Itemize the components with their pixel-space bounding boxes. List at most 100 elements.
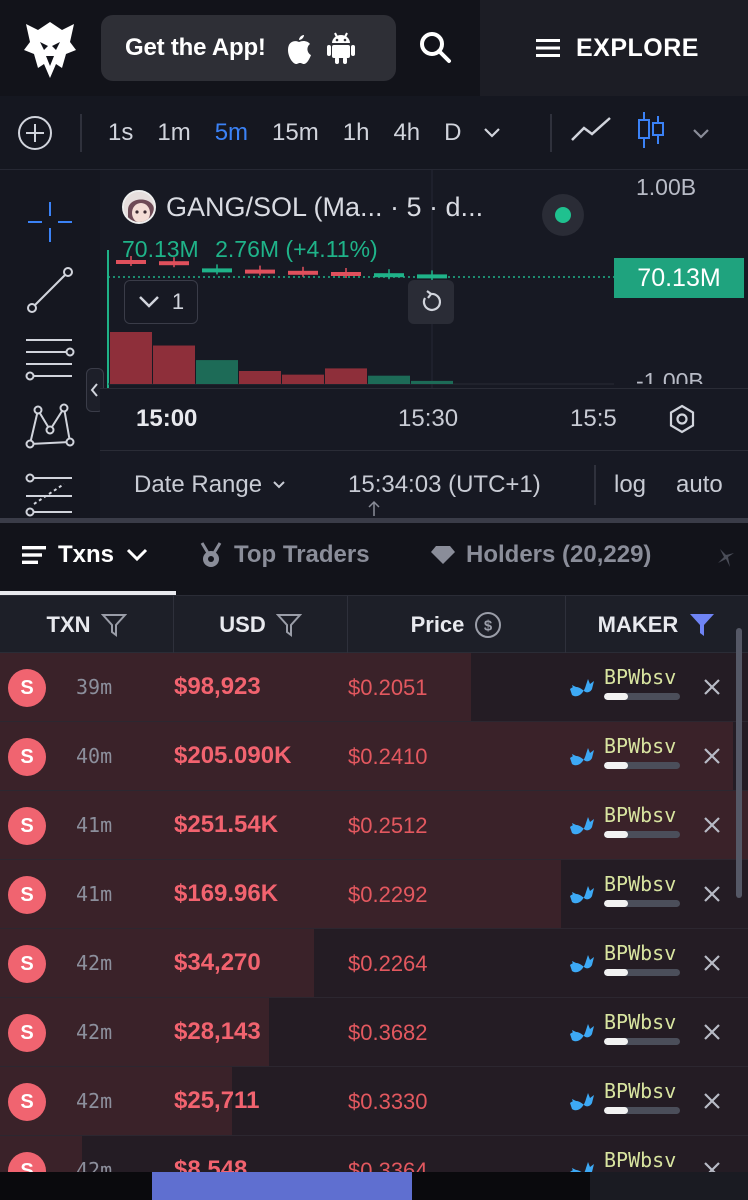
more-tabs-icon[interactable] (712, 545, 748, 571)
line-chart-icon[interactable] (570, 114, 614, 144)
maker-address[interactable]: BPWbsv (604, 734, 676, 758)
volume-bar (282, 374, 324, 384)
reset-chart-button[interactable] (408, 280, 454, 324)
ohlc-change: 2.76M (+4.11%) (215, 236, 378, 262)
interval-5m[interactable]: 5m (215, 119, 248, 147)
candlestick-icon[interactable] (636, 110, 666, 150)
ohlc-readout: 70.13M 2.76M (+4.11%) (122, 236, 388, 263)
chevron-down-icon[interactable] (483, 127, 501, 139)
eagle-logo-icon[interactable] (22, 20, 78, 80)
close-icon[interactable] (700, 744, 724, 768)
log-scale-toggle[interactable]: log (614, 471, 646, 499)
maker-address[interactable]: BPWbsv (604, 872, 676, 896)
vertical-scrollbar[interactable] (736, 628, 742, 898)
maker-address[interactable]: BPWbsv (604, 803, 676, 827)
column-header-price[interactable]: Price $ (348, 596, 566, 654)
sell-badge: S (8, 738, 46, 776)
maker-holding-bar (604, 1107, 680, 1114)
volume-bar (239, 371, 281, 384)
live-status-indicator (542, 194, 584, 236)
get-app-button[interactable]: Get the App! (101, 15, 396, 81)
maker-address[interactable]: BPWbsv (604, 665, 676, 689)
filter-active-icon[interactable] (688, 612, 716, 638)
table-row[interactable]: S 41m $251.54K $0.2512 BPWbsv (0, 791, 748, 860)
filter-icon[interactable] (275, 613, 302, 637)
crosshair-icon[interactable] (24, 198, 76, 246)
whale-icon (570, 679, 594, 697)
maker-holding-bar (604, 969, 680, 976)
pair-label: GANG/SOL (Ma... · 5 · d... (166, 191, 484, 222)
maker-address[interactable]: BPWbsv (604, 941, 676, 965)
close-icon[interactable] (700, 1020, 724, 1044)
search-icon[interactable] (416, 28, 454, 66)
candle-body (417, 274, 447, 279)
close-icon[interactable] (700, 1089, 724, 1113)
close-icon[interactable] (700, 675, 724, 699)
interval-15m[interactable]: 15m (272, 119, 319, 147)
txn-usd: $28,143 (174, 1018, 261, 1045)
auto-scale-toggle[interactable]: auto (676, 471, 723, 499)
chevron-down-icon[interactable] (692, 128, 710, 140)
txn-price: $0.3364 (348, 1158, 428, 1173)
time-axis[interactable]: 15:00 15:30 15:5 (100, 388, 748, 450)
currency-toggle-icon[interactable]: $ (474, 611, 502, 639)
list-icon (22, 546, 46, 564)
legend-collapse-button[interactable]: 1 (124, 280, 198, 324)
diamond-icon (431, 546, 455, 564)
maker-address[interactable]: BPWbsv (604, 1148, 676, 1172)
interval-1m[interactable]: 1m (157, 119, 190, 147)
table-row[interactable]: S 40m $205.090K $0.2410 BPWbsv (0, 722, 748, 791)
chart-settings-icon[interactable] (666, 403, 698, 435)
hamburger-icon (536, 39, 560, 57)
table-header: TXN USD Price $ MAKER (0, 595, 748, 654)
table-row[interactable]: S 42m $34,270 $0.2264 BPWbsv (0, 929, 748, 998)
table-row[interactable]: S 42m $8,548 $0.3364 BPWbsv (0, 1136, 748, 1173)
column-header-txn[interactable]: TXN (0, 596, 174, 654)
tab-txns[interactable]: Txns (22, 541, 148, 569)
date-range-dropdown[interactable]: Date Range (134, 471, 286, 499)
table-row[interactable]: S 39m $98,923 $0.2051 BPWbsv (0, 653, 748, 722)
tab-top-traders[interactable]: Top Traders (198, 541, 370, 569)
txn-price: $0.2512 (348, 813, 428, 838)
close-icon[interactable] (700, 1158, 724, 1173)
tab-holders[interactable]: Holders (20,229) (430, 541, 651, 569)
interval-D[interactable]: D (444, 119, 461, 147)
maker-address[interactable]: BPWbsv (604, 1079, 676, 1103)
chevron-down-icon (126, 548, 148, 562)
chart-clock[interactable]: 15:34:03 (UTC+1) (348, 471, 541, 499)
txn-age: 42m (76, 1020, 113, 1044)
filter-icon[interactable] (100, 613, 127, 637)
apple-icon (287, 35, 311, 64)
table-row[interactable]: S 42m $25,711 $0.3330 BPWbsv (0, 1067, 748, 1136)
volume-bar (368, 375, 410, 384)
table-row[interactable]: S 42m $28,143 $0.3682 BPWbsv (0, 998, 748, 1067)
pattern-icon[interactable] (24, 402, 76, 450)
fib-levels-icon[interactable] (24, 334, 76, 382)
sell-badge: S (8, 1014, 46, 1052)
interval-4h[interactable]: 4h (393, 119, 420, 147)
table-row[interactable]: S 41m $169.96K $0.2292 BPWbsv (0, 860, 748, 929)
add-indicator-icon[interactable] (16, 114, 54, 152)
forecast-icon[interactable] (24, 470, 76, 518)
txn-price: $0.2264 (348, 951, 428, 976)
bottom-navigation-strip (0, 1172, 748, 1200)
maker-address[interactable]: BPWbsv (604, 1010, 676, 1034)
whale-icon (570, 955, 594, 973)
token-avatar-icon (124, 192, 154, 222)
home-indicator[interactable] (152, 1172, 412, 1200)
close-icon[interactable] (700, 951, 724, 975)
date-range-label: Date Range (134, 471, 263, 498)
column-header-usd[interactable]: USD (174, 596, 348, 654)
column-header-maker[interactable]: MAKER (566, 596, 748, 654)
top-bar: Get the App! EXPLORE (0, 0, 748, 96)
interval-1h[interactable]: 1h (343, 119, 370, 147)
explore-button[interactable]: EXPLORE (480, 0, 748, 96)
close-icon[interactable] (700, 813, 724, 837)
interval-1s[interactable]: 1s (108, 119, 133, 147)
whale-icon (570, 1093, 594, 1111)
column-label: USD (219, 612, 266, 637)
close-icon[interactable] (700, 882, 724, 906)
whale-icon (570, 748, 594, 766)
txn-usd: $205.090K (174, 742, 292, 769)
trend-line-icon[interactable] (24, 266, 76, 314)
